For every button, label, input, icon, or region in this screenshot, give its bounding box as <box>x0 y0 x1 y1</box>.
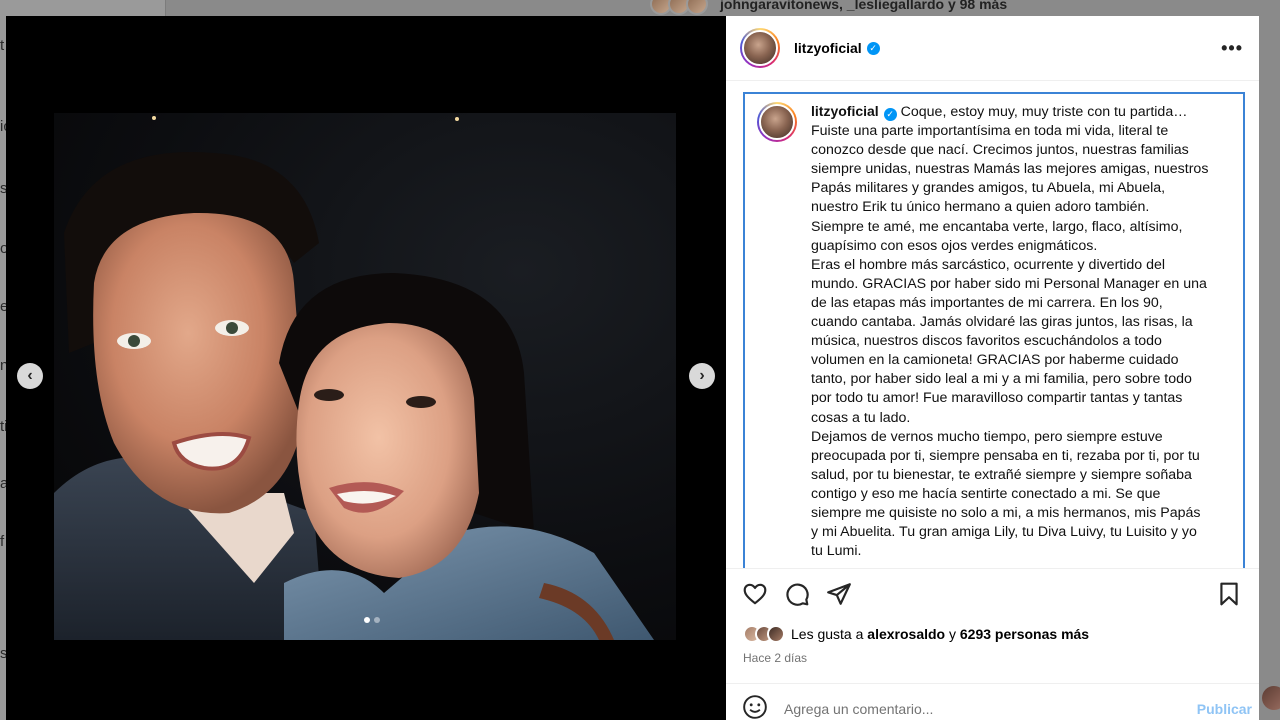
caption-line: volumen en la camioneta! GRACIAS por hab… <box>811 352 1179 369</box>
caption-username[interactable]: litzyoficial <box>811 103 879 119</box>
author-avatar[interactable] <box>740 28 780 68</box>
publish-button[interactable]: Publicar <box>1197 701 1252 717</box>
caption-line: conozco desde que nací. Crecimos juntos,… <box>811 142 1189 159</box>
post-modal: ‹ › litzyoficial ✓ ••• litzyoficial ✓ Coq… <box>6 16 1259 720</box>
caption-line: tu Lumi. <box>811 543 862 560</box>
heart-icon[interactable] <box>742 581 768 612</box>
likes-middle: y <box>945 626 960 642</box>
divider <box>726 568 1259 569</box>
likes-others[interactable]: 6293 personas más <box>960 626 1089 642</box>
caption-line: salud, por tu bienestar, te extrañé siem… <box>811 466 1192 483</box>
bookmark-icon[interactable] <box>1216 581 1242 612</box>
comment-input[interactable] <box>784 701 1164 717</box>
emoji-icon[interactable] <box>742 694 768 720</box>
caption-line: cosas a tu lado. <box>811 409 911 426</box>
post-time[interactable]: Hace 2 días <box>743 651 807 665</box>
caption-line: por todo tu amor! Fue maravilloso compar… <box>811 390 1183 407</box>
caption-line: cuando cantaba. Jamás olvidaré las giras… <box>811 314 1193 331</box>
post-side-panel: litzyoficial ✓ ••• litzyoficial ✓ Coque, … <box>726 16 1259 720</box>
caption-line: preocupada por ti, siempre pensaba en ti… <box>811 447 1200 464</box>
carousel-dot <box>364 617 370 623</box>
background-avatar <box>1262 686 1280 710</box>
caption-line: tanto, por haber sido leal a mi y a mi f… <box>811 371 1192 388</box>
background-avatar <box>686 0 708 15</box>
verified-badge-icon: ✓ <box>883 108 897 121</box>
author-username[interactable]: litzyoficial <box>794 40 862 56</box>
caption-line: de las etapas más importantes de mi carr… <box>811 294 1163 311</box>
caption-line: nuestro Erik tu único hermano a quien ad… <box>811 199 1150 216</box>
caption-line: Papás militares y grandes amigos, tu Abu… <box>811 180 1166 197</box>
carousel-dot <box>374 617 380 623</box>
post-header: litzyoficial ✓ ••• <box>726 16 1259 81</box>
post-media: ‹ › <box>6 16 726 720</box>
caption-line: contigo y eso me hacía sentirte conectad… <box>811 485 1161 502</box>
share-icon[interactable] <box>826 581 852 612</box>
caption-line: Siempre te amé, me encantaba verte, larg… <box>811 218 1183 235</box>
chevron-left-icon[interactable]: ‹ <box>17 363 43 389</box>
caption-text: litzyoficial ✓ Coque, estoy muy, muy tris… <box>811 102 1231 568</box>
divider <box>726 683 1259 684</box>
caption: litzyoficial ✓ Coque, estoy muy, muy tris… <box>743 92 1245 568</box>
likes-prefix: Les gusta a <box>791 626 868 642</box>
chevron-right-icon[interactable]: › <box>689 363 715 389</box>
caption-line: guapísimo con esos ojos verdes enigmátic… <box>811 237 1098 254</box>
action-bar <box>742 581 1242 611</box>
caption-line: siempre me quisiste no solo a mi, a mis … <box>811 504 1201 521</box>
background-liked-by: johngaravitonews, _lesliegallardo y 98 m… <box>650 0 1210 16</box>
liker-avatar <box>767 625 785 643</box>
caption-line: Eras el hombre más sarcástico, ocurrente… <box>811 256 1166 273</box>
background-liked-text: johngaravitonews, _lesliegallardo y 98 m… <box>720 0 1008 12</box>
caption-author-avatar[interactable] <box>757 102 797 142</box>
likes-user[interactable]: alexrosaldo <box>867 626 945 642</box>
comment-bar: Publicar <box>742 694 1252 720</box>
caption-line: y mi Abuelita. Tu gran amiga Lily, tu Di… <box>811 524 1197 541</box>
caption-line: Fuiste una parte importantísima en toda … <box>811 123 1169 140</box>
caption-line: siempre unidas, nuestras Mamás las mejor… <box>811 161 1209 178</box>
caption-line: Dejamos de vernos mucho tiempo, pero sie… <box>811 428 1163 445</box>
comment-icon[interactable] <box>784 581 810 612</box>
ellipsis-icon[interactable]: ••• <box>1221 38 1243 59</box>
caption-line: música, nuestros discos favoritos escuch… <box>811 333 1162 350</box>
likes-summary[interactable]: Les gusta a alexrosaldo y 6293 personas … <box>743 625 1089 643</box>
likes-text: Les gusta a alexrosaldo y 6293 personas … <box>791 626 1089 642</box>
caption-line: mundo. GRACIAS por haber sido mi Persona… <box>811 275 1207 292</box>
carousel-indicator <box>364 617 380 623</box>
verified-badge-icon: ✓ <box>866 41 880 55</box>
post-photo <box>54 113 676 640</box>
caption-first-line: Coque, estoy muy, muy triste con tu part… <box>900 104 1188 120</box>
